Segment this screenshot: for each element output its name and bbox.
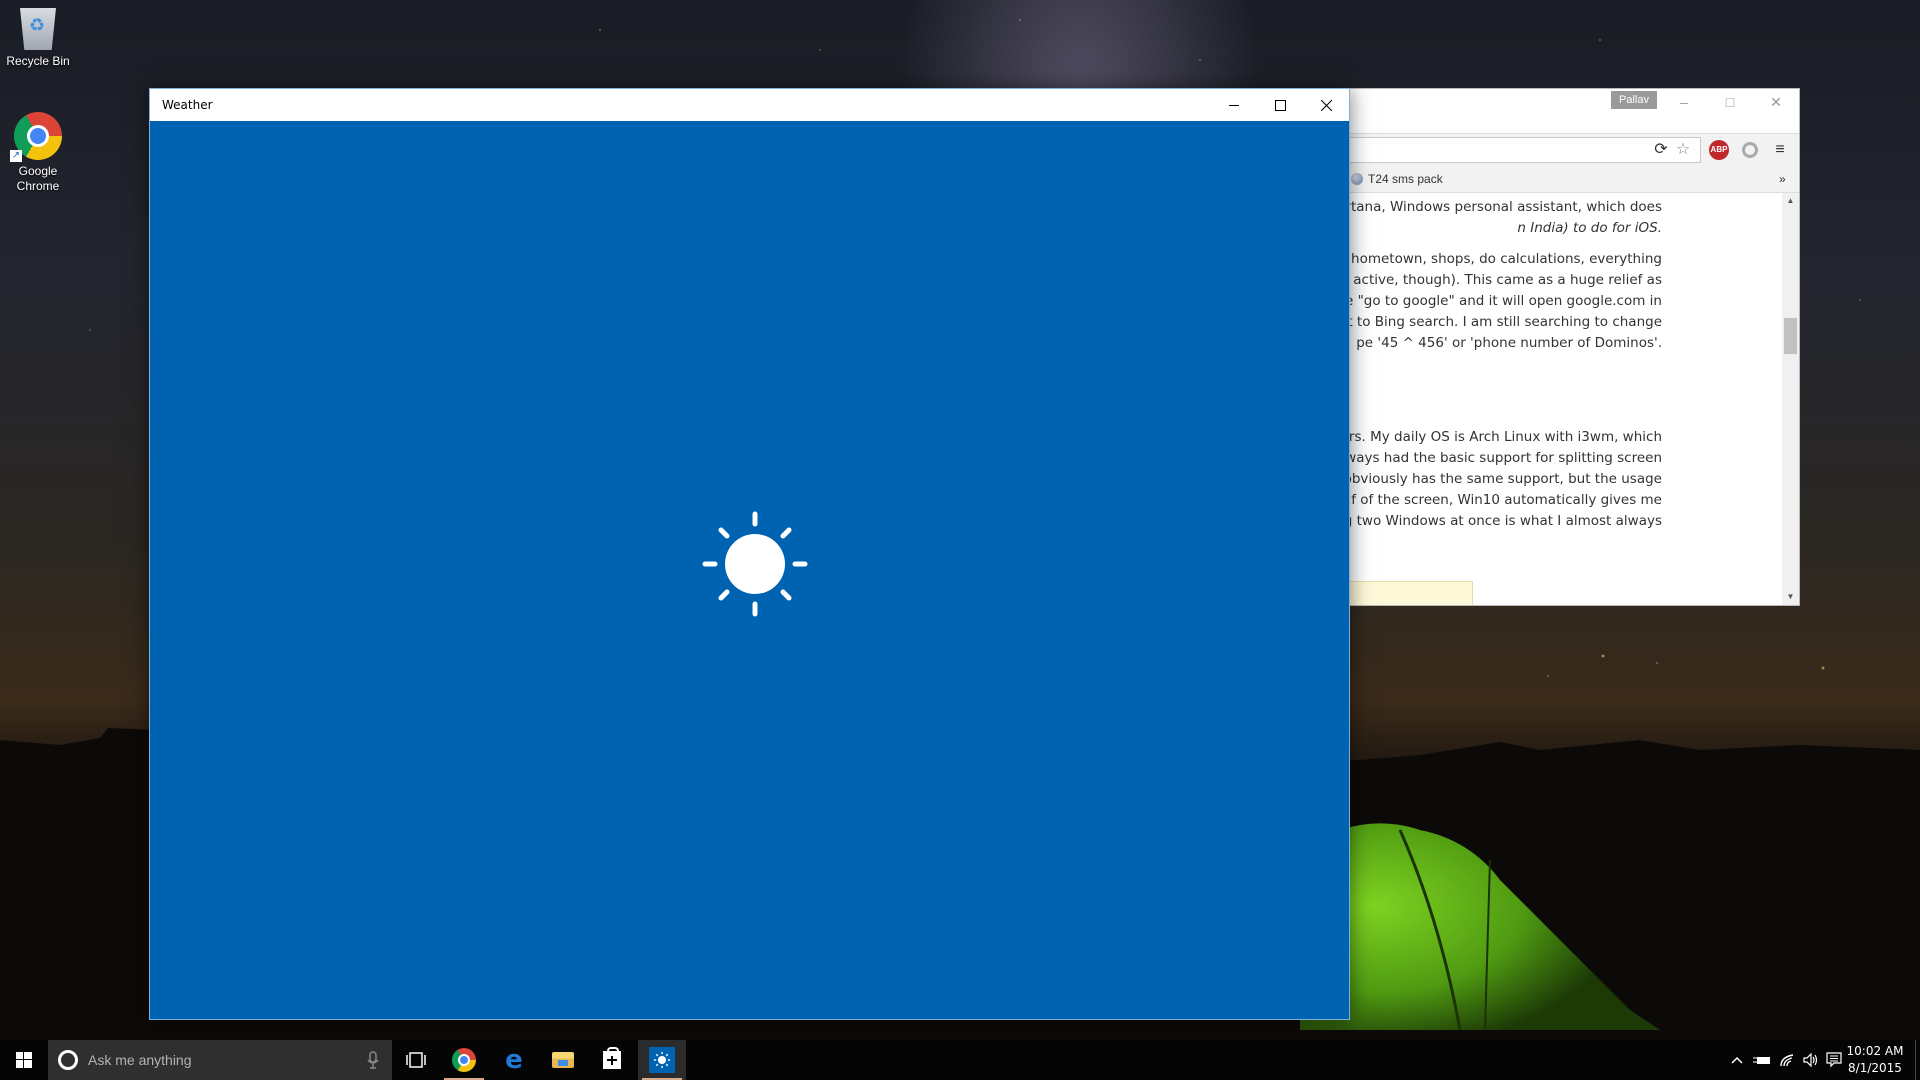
minimize-button[interactable] [1211,89,1257,121]
show-desktop-button[interactable] [1915,1040,1916,1080]
start-button[interactable] [0,1040,48,1080]
weather-titlebar[interactable]: Weather [150,89,1349,121]
bookmarks-overflow-button[interactable]: » [1779,165,1786,193]
maximize-icon [1274,99,1286,111]
page-scrollbar[interactable]: ▲ ▼ [1782,193,1799,605]
chrome-close-button[interactable]: ✕ [1753,89,1799,115]
scroll-up-icon[interactable]: ▲ [1782,193,1799,209]
minimize-icon [1229,105,1239,106]
network-status[interactable] [1775,1040,1799,1080]
battery-status[interactable] [1750,1040,1774,1080]
taskbar-clock[interactable]: 10:02 AM 8/1/2015 [1840,1043,1910,1077]
chrome-minimize-button[interactable]: – [1661,89,1707,115]
clock-date: 8/1/2015 [1848,1061,1902,1075]
adblock-plus-icon[interactable]: ABP [1709,140,1729,160]
microphone-icon[interactable] [364,1051,382,1069]
shortcut-arrow-icon: ↗ [10,150,22,162]
bookmark-label: T24 sms pack [1368,172,1443,186]
cortana-icon [58,1050,78,1070]
opera-icon[interactable] [1742,142,1758,158]
ball-icon [1351,173,1363,185]
close-icon [1320,99,1332,111]
edge-icon: e [505,1045,523,1075]
weather-window[interactable]: Weather [149,88,1350,1020]
wallpaper-tent [1300,823,1660,1031]
taskbar-app-edge[interactable]: e [490,1040,538,1080]
desktop-icon-recycle-bin[interactable]: Recycle Bin [0,8,76,69]
taskbar-app-store[interactable] [588,1040,636,1080]
windows-logo-icon [16,1052,32,1068]
wifi-icon [1780,1054,1794,1067]
maximize-button[interactable] [1257,89,1303,121]
bookmark-item[interactable]: T24 sms pack [1351,165,1443,193]
chrome-maximize-button[interactable]: □ [1707,89,1753,115]
reload-icon[interactable]: ⟳ [1651,140,1671,160]
sun-icon [653,1051,671,1069]
desktop-icon-google-chrome[interactable]: ↗ Google Chrome [0,112,76,194]
store-icon [603,1047,621,1069]
close-button[interactable] [1303,89,1349,121]
profile-badge[interactable]: Pallav [1611,91,1657,109]
speaker-icon [1803,1053,1818,1067]
desktop-icon-label: Recycle Bin [6,54,70,68]
window-title: Weather [162,98,213,112]
sun-icon [702,511,808,617]
weather-app-icon [649,1047,675,1073]
volume-control[interactable] [1799,1040,1823,1080]
taskbar-app-file-explorer[interactable] [539,1040,587,1080]
battery-charging-icon [1753,1057,1770,1064]
chevron-up-icon [1731,1056,1743,1064]
weather-splash [150,121,1349,1019]
menu-icon[interactable]: ≡ [1770,140,1790,160]
chrome-icon: ↗ [10,112,62,162]
recycle-bin-icon [20,8,56,50]
abp-label: ABP [1710,145,1728,154]
task-view-button[interactable] [392,1040,440,1080]
clock-time: 10:02 AM [1846,1044,1904,1058]
chrome-icon [452,1048,476,1072]
taskbar: Ask me anything e 10:02 AM 8/1/2015 [0,1040,1920,1080]
star-icon[interactable]: ☆ [1673,140,1693,160]
cortana-search-box[interactable]: Ask me anything [48,1040,392,1080]
taskbar-app-chrome[interactable] [440,1040,488,1080]
scroll-thumb[interactable] [1784,318,1797,354]
file-explorer-icon [552,1052,574,1068]
show-hidden-icons-button[interactable] [1726,1040,1748,1080]
taskbar-app-weather[interactable] [638,1040,686,1080]
scroll-down-icon[interactable]: ▼ [1782,589,1799,605]
task-view-icon [406,1052,426,1068]
desktop-icon-label: Google Chrome [16,164,60,193]
search-placeholder: Ask me anything [88,1052,192,1068]
